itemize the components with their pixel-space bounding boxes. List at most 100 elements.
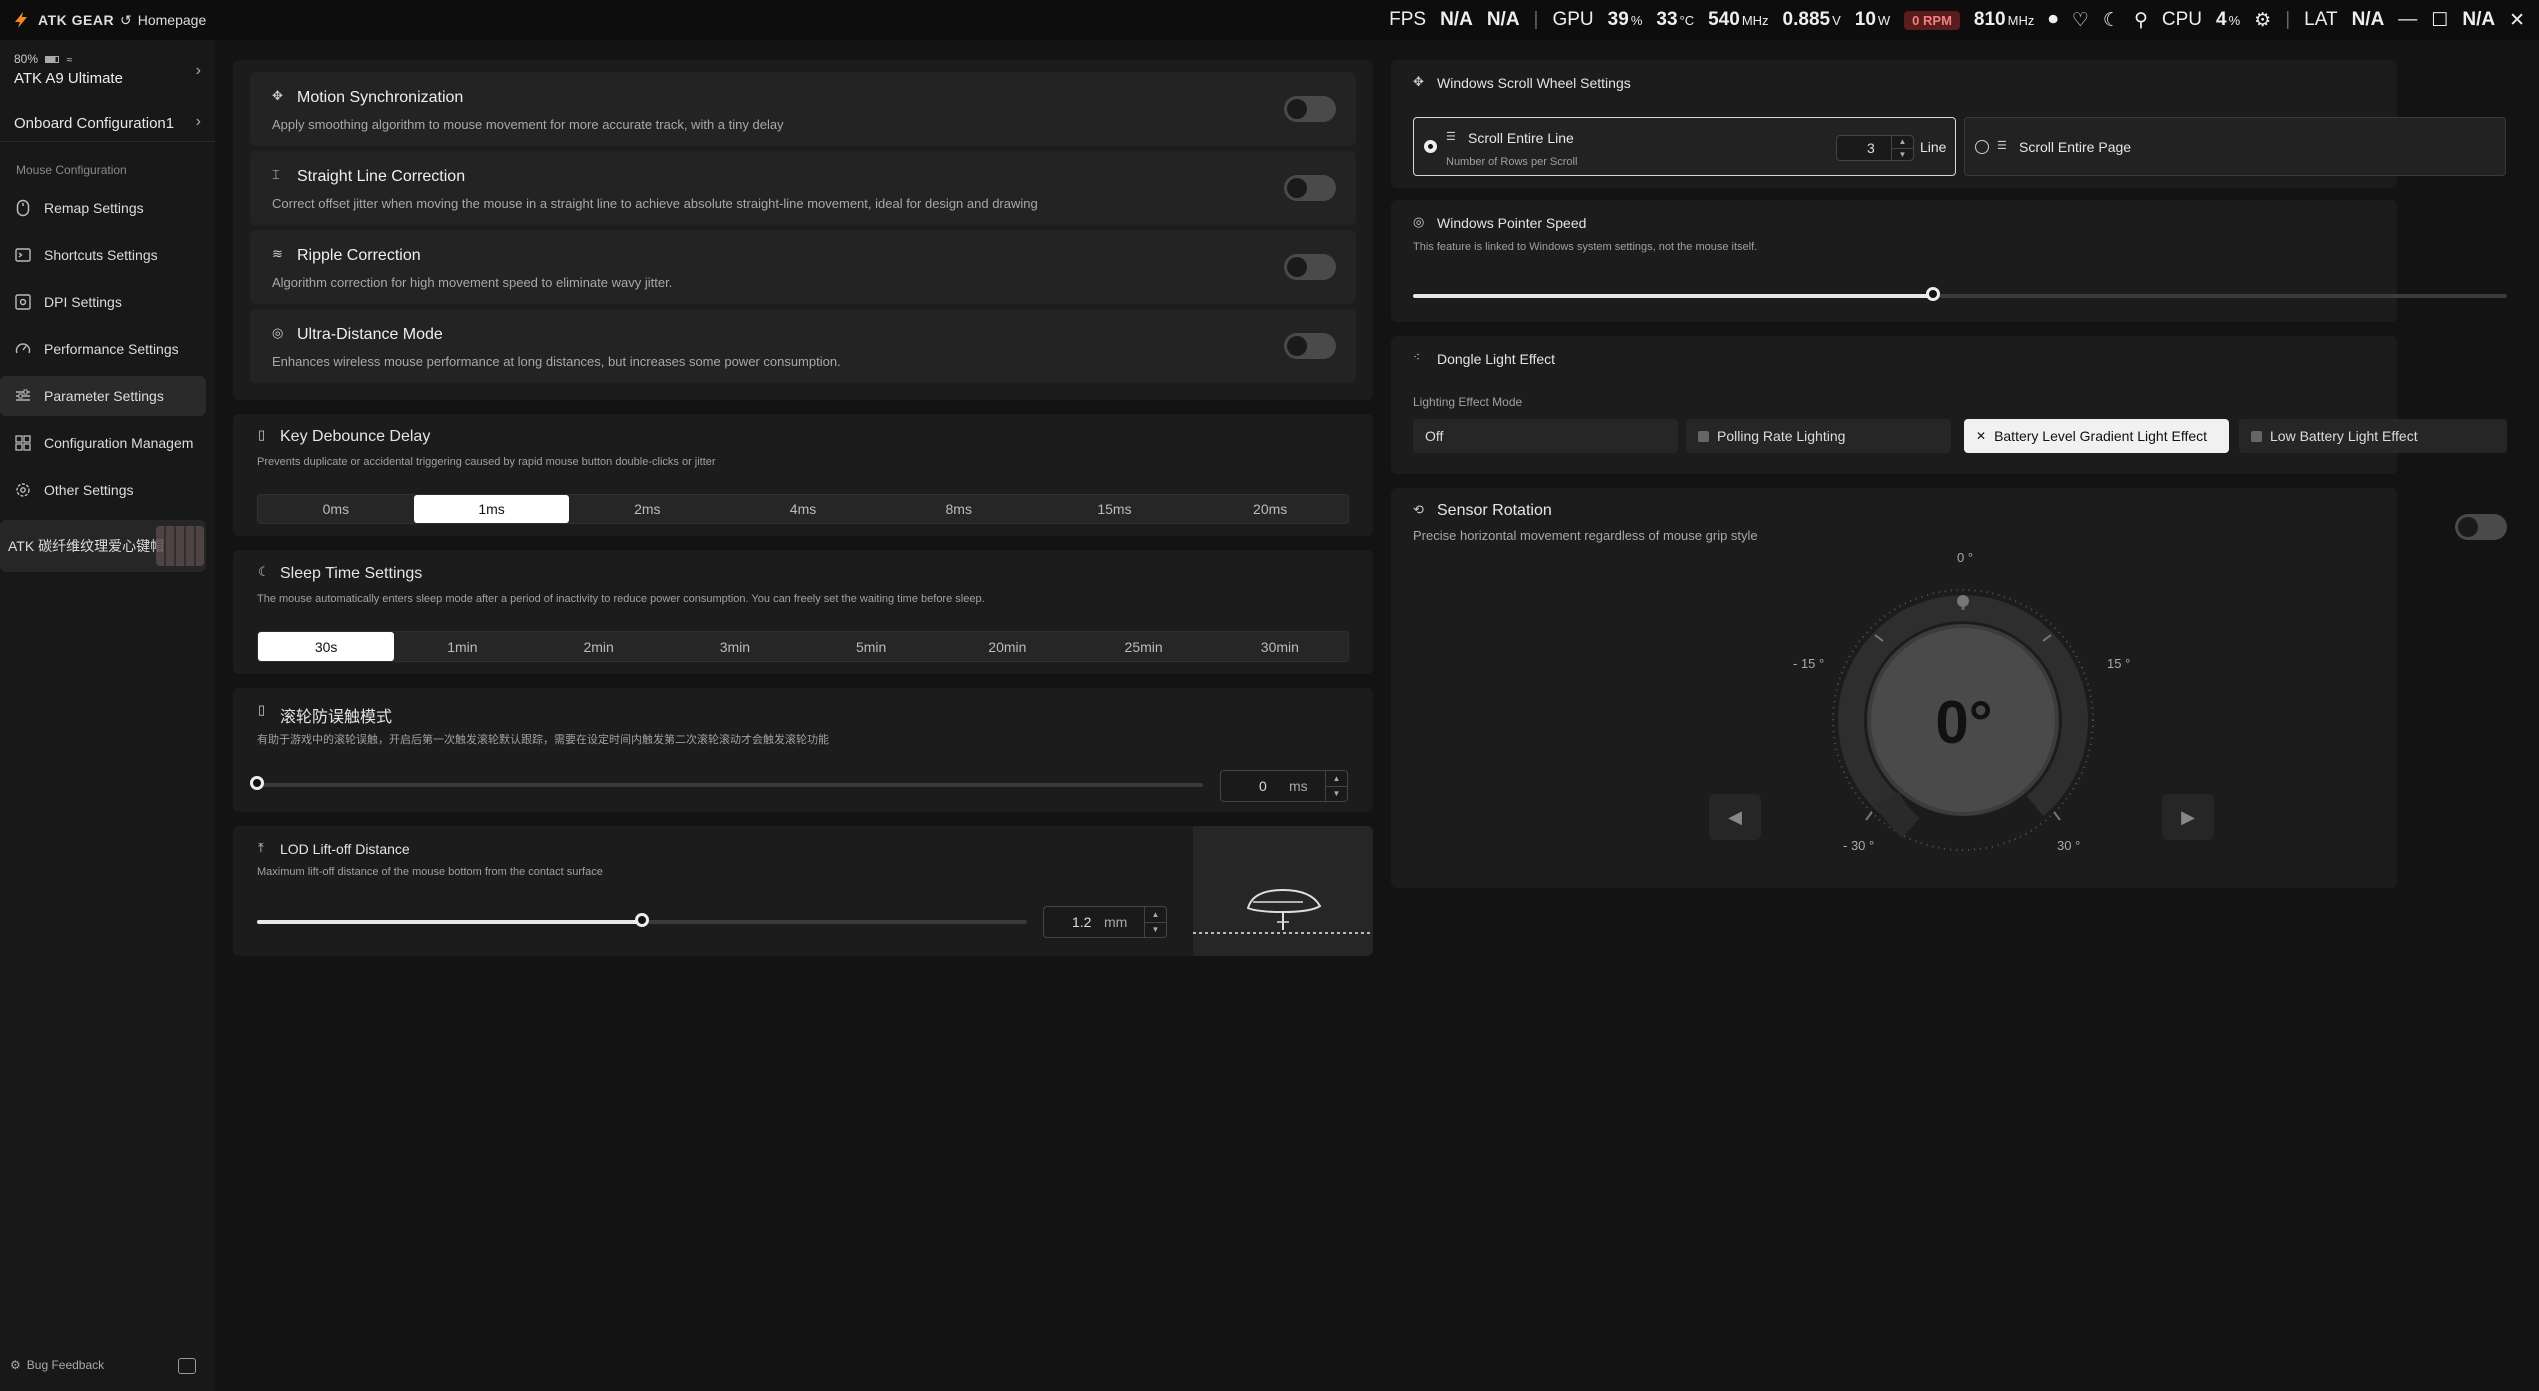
close-icon[interactable]: ✕ — [2509, 9, 2525, 32]
debounce-option[interactable]: 2ms — [569, 495, 725, 523]
scroll-lines-input[interactable]: 3 ▲ ▼ — [1836, 135, 1914, 161]
gpu-clock-unit: MHz — [1741, 13, 1769, 28]
collapse-sidebar-icon[interactable] — [178, 1358, 196, 1374]
tick-label-right: 15 ° — [2107, 656, 2131, 671]
dongle-option-off[interactable]: Off — [1413, 419, 1678, 453]
dongle-option-low-battery[interactable]: Low Battery Light Effect — [2239, 419, 2507, 453]
wheel-anti-panel: ▯ 滚轮防误触模式 有助于游戏中的滚轮误触，开启后第一次触发滚轮默认跟踪，需要在… — [233, 688, 1373, 812]
lod-unit: mm — [1104, 914, 1128, 930]
maximize-icon[interactable]: ☐ — [2431, 9, 2448, 32]
wheel-anti-slider-knob[interactable] — [250, 776, 264, 790]
dongle-option-polling[interactable]: Polling Rate Lighting — [1686, 419, 1951, 453]
scroll-lines-value: 3 — [1867, 140, 1875, 156]
rotate-right-button[interactable]: ▶ — [2162, 794, 2214, 840]
pointer-slider-knob[interactable] — [1925, 287, 1940, 301]
sleep-option[interactable]: 5min — [803, 632, 939, 661]
sidebar-item-other[interactable]: Other Settings — [0, 470, 206, 510]
debounce-option[interactable]: 1ms — [413, 495, 570, 523]
sidebar-item-shortcuts[interactable]: Shortcuts Settings — [0, 235, 206, 275]
mem-clock-unit: MHz — [2007, 13, 2035, 28]
decrement-icon[interactable]: ▼ — [1326, 787, 1347, 802]
increment-icon[interactable]: ▲ — [1145, 907, 1166, 923]
sidebar-item-config-management[interactable]: Configuration Managem — [0, 423, 206, 463]
lod-input[interactable]: 1.2 mm ▲ ▼ — [1043, 906, 1167, 938]
square-icon — [2251, 430, 2262, 442]
feature-title: Ripple Correction — [297, 247, 421, 264]
promo-banner[interactable]: ATK 碳纤维纹理爱心键帽 — [0, 520, 206, 572]
battery-percent: 80% — [14, 52, 39, 66]
rotate-left-button[interactable]: ◀ — [1709, 794, 1761, 840]
sleep-panel: ☾ Sleep Time Settings The mouse automati… — [233, 550, 1373, 674]
sidebar-item-label: Other Settings — [44, 482, 134, 498]
device-selector[interactable]: 80% ≈ ATK A9 Ultimate › — [0, 46, 215, 98]
pointer-desc: This feature is linked to Windows system… — [1413, 241, 1758, 253]
lod-slider-knob[interactable] — [635, 913, 649, 927]
radio-selected[interactable] — [1424, 140, 1437, 153]
wifi-icon: ≈ — [66, 55, 73, 66]
list-icon: ☰ — [1446, 131, 1456, 143]
square-icon — [1698, 430, 1709, 442]
increment-icon[interactable]: ▲ — [1892, 136, 1913, 149]
page-icon: ☰ — [1997, 140, 2007, 152]
fps-value-2: N/A — [1486, 9, 1520, 30]
debounce-option[interactable]: 15ms — [1037, 495, 1193, 523]
radio-unselected[interactable] — [1975, 140, 1989, 154]
keycap-image — [156, 526, 204, 566]
bug-feedback-link[interactable]: ⚙ Bug Feedback — [10, 1358, 104, 1372]
sidebar-item-parameter[interactable]: Parameter Settings — [0, 376, 206, 416]
onboard-config-selector[interactable]: Onboard Configuration1 › — [0, 106, 215, 142]
homepage-link[interactable]: ↺ Homepage — [120, 6, 206, 34]
ultra-distance-toggle[interactable] — [1284, 333, 1336, 359]
gpu-load-unit: % — [1630, 13, 1643, 28]
cpu-label: CPU — [2161, 9, 2202, 30]
rotation-value: 0° — [1935, 689, 1993, 756]
wheel-anti-unit: ms — [1289, 778, 1308, 794]
sleep-option[interactable]: 3min — [667, 632, 803, 661]
pin-icon[interactable]: ⚲ — [2134, 9, 2148, 32]
sidebar-item-performance[interactable]: Performance Settings — [0, 329, 206, 369]
record-icon[interactable]: ⏺ — [2048, 9, 2058, 31]
debounce-option[interactable]: 20ms — [1192, 495, 1348, 523]
wheel-anti-value: 0 — [1259, 778, 1267, 794]
sleep-option[interactable]: 30min — [1212, 632, 1348, 661]
scroll-line-option[interactable]: ☰ Scroll Entire Line Number of Rows per … — [1413, 117, 1956, 176]
dongle-option-label: Low Battery Light Effect — [2270, 428, 2418, 444]
wheel-anti-input[interactable]: 0 ms ▲ ▼ — [1220, 770, 1348, 802]
sleep-option[interactable]: 2min — [531, 632, 667, 661]
heart-icon[interactable]: ♡ — [2072, 9, 2089, 32]
lat-value-2: N/A — [2462, 9, 2496, 30]
pointer-panel: ◎ Windows Pointer Speed This feature is … — [1391, 200, 2507, 322]
sleep-option[interactable]: 25min — [1076, 632, 1212, 661]
motion-sync-toggle[interactable] — [1284, 96, 1336, 122]
decrement-icon[interactable]: ▼ — [1145, 923, 1166, 938]
rotation-toggle[interactable] — [2455, 514, 2507, 540]
decrement-icon[interactable]: ▼ — [1892, 149, 1913, 161]
ripple-toggle[interactable] — [1284, 254, 1336, 280]
sidebar-item-dpi[interactable]: DPI Settings — [0, 282, 206, 322]
minimize-icon[interactable]: — — [2398, 9, 2417, 31]
chevron-right-icon: › — [195, 113, 201, 130]
lod-illustration — [1193, 826, 1373, 956]
debounce-option[interactable]: 8ms — [881, 495, 1037, 523]
cpu-load-unit: % — [2228, 13, 2241, 28]
moon-icon[interactable]: ☾ — [2103, 9, 2120, 32]
back-arrow-icon: ↺ — [120, 11, 132, 28]
rotation-panel: ⟲ Sensor Rotation Precise horizontal mov… — [1391, 488, 2507, 888]
sleep-option[interactable]: 30s — [258, 632, 395, 661]
settings-gear-icon[interactable]: ⚙ — [2254, 9, 2271, 32]
sleep-option[interactable]: 20min — [939, 632, 1075, 661]
debounce-option[interactable]: 4ms — [725, 495, 881, 523]
straight-line-toggle[interactable] — [1284, 175, 1336, 201]
sidebar-item-label: DPI Settings — [44, 294, 122, 310]
lod-track-fill — [257, 920, 642, 924]
dongle-option-battery-gradient[interactable]: ✕ Battery Level Gradient Light Effect — [1964, 419, 2229, 453]
scroll-page-option[interactable]: ☰ Scroll Entire Page — [1964, 117, 2506, 176]
sleep-title: Sleep Time Settings — [280, 565, 423, 582]
sleep-option[interactable]: 1min — [394, 632, 530, 661]
bug-icon: ⚙ — [10, 1358, 21, 1372]
homepage-label: Homepage — [137, 12, 207, 28]
wheel-anti-desc: 有助于游戏中的滚轮误触，开启后第一次触发滚轮默认跟踪，需要在设定时间内触发第二次… — [257, 734, 829, 746]
debounce-option[interactable]: 0ms — [258, 495, 414, 523]
increment-icon[interactable]: ▲ — [1326, 771, 1347, 787]
sidebar-item-remap[interactable]: Remap Settings — [0, 188, 206, 228]
